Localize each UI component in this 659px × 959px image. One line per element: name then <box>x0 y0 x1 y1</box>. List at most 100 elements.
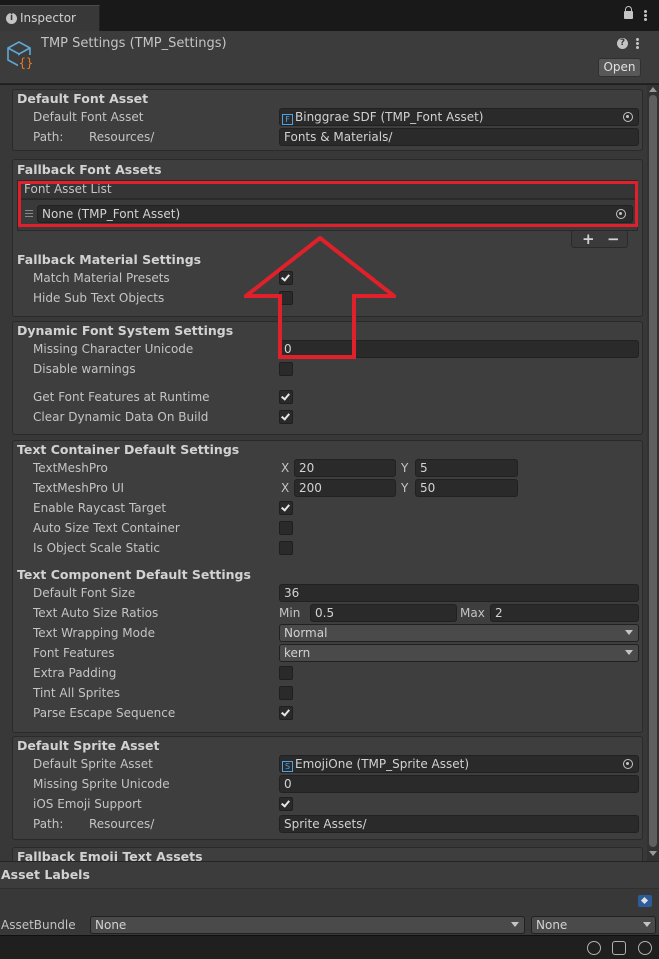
clear-dynamic-data-toggle[interactable] <box>279 410 293 424</box>
extra-padding-toggle[interactable] <box>279 666 293 680</box>
asset-labels-bar[interactable]: Asset Labels <box>0 861 659 888</box>
tab-label: Inspector <box>20 11 76 25</box>
list-add-remove: + − <box>571 230 628 248</box>
chevron-down-icon <box>643 922 651 927</box>
section-title: Fallback Emoji Text Assets <box>17 849 203 861</box>
field-value: EmojiOne (TMP_Sprite Asset) <box>295 757 470 771</box>
dropdown-value: Normal <box>284 626 328 640</box>
tmp-ui-x-input[interactable]: 200 <box>294 479 396 497</box>
object-picker-icon[interactable] <box>623 112 633 122</box>
scale-static-toggle[interactable] <box>279 541 293 555</box>
section-title: Fallback Material Settings <box>17 252 202 267</box>
field-label: Default Font Size <box>33 586 136 600</box>
section-title: Text Component Default Settings <box>17 567 251 582</box>
field-label: Is Object Scale Static <box>33 541 160 555</box>
checkmark-icon <box>281 391 290 401</box>
font-features-dropdown[interactable]: kern <box>279 644 639 662</box>
chevron-down-icon <box>625 630 633 635</box>
path-prefix: Resources/ <box>89 817 155 831</box>
remove-item-button[interactable]: − <box>607 230 620 248</box>
default-font-asset-field[interactable]: F Binggrae SDF (TMP_Font Asset) <box>279 108 639 126</box>
red-arrow-annotation <box>244 236 396 359</box>
ratio-max-input[interactable]: 2 <box>490 604 639 622</box>
asset-labels-title: Asset Labels <box>1 867 90 882</box>
more-options-icon[interactable] <box>644 10 647 22</box>
assetbundle-dropdown[interactable]: None <box>90 916 525 934</box>
tmp-x-input[interactable]: 20 <box>294 459 396 477</box>
path-label: Path: <box>33 817 64 831</box>
tmp-y-input[interactable]: 5 <box>415 459 518 477</box>
wrapping-mode-dropdown[interactable]: Normal <box>279 624 639 642</box>
asset-title: TMP Settings (TMP_Settings) <box>41 36 227 51</box>
field-label: Missing Sprite Unicode <box>33 777 170 791</box>
tmp-ui-y-input[interactable]: 50 <box>415 479 518 497</box>
field-label: Enable Raycast Target <box>33 501 167 515</box>
path-label: Path: <box>33 130 64 144</box>
disable-warnings-toggle[interactable] <box>279 362 293 376</box>
font-path-input[interactable]: Fonts & Materials/ <box>279 128 639 146</box>
header-more-icon[interactable] <box>636 38 639 50</box>
inspector-content: Default Font Asset Default Font Asset FB… <box>0 85 647 861</box>
field-label: Tint All Sprites <box>33 686 120 700</box>
tab-inspector[interactable]: i Inspector <box>0 5 100 31</box>
scrollbar-thumb[interactable] <box>649 95 657 847</box>
chevron-down-icon <box>625 650 633 655</box>
y-label: Y <box>401 461 409 475</box>
section-title: Default Font Asset <box>17 91 149 106</box>
section-title: Default Sprite Asset <box>17 738 160 753</box>
tag-icon[interactable] <box>638 895 652 907</box>
raycast-target-toggle[interactable] <box>279 501 293 515</box>
font-features-runtime-toggle[interactable] <box>279 390 293 404</box>
checkmark-icon <box>281 411 290 421</box>
field-label: Parse Escape Sequence <box>33 706 176 720</box>
parse-escape-toggle[interactable] <box>279 706 293 720</box>
object-picker-icon[interactable] <box>623 759 633 769</box>
open-button[interactable]: Open <box>598 58 641 77</box>
red-highlight-box <box>18 181 638 227</box>
field-label: Auto Size Text Container <box>33 521 180 535</box>
default-sprite-asset-field[interactable]: S EmojiOne (TMP_Sprite Asset) <box>279 755 639 773</box>
sprite-path-input[interactable]: Sprite Assets/ <box>279 815 639 833</box>
lock-icon[interactable] <box>624 6 633 19</box>
checkmark-icon <box>281 502 290 512</box>
debug-icon[interactable] <box>587 941 601 955</box>
font-asset-icon: F <box>282 114 293 125</box>
field-label: Font Features <box>33 646 115 660</box>
dropdown-value: None <box>536 918 568 932</box>
field-label: Disable warnings <box>33 362 136 376</box>
section-title: Text Container Default Settings <box>17 442 240 457</box>
add-item-button[interactable]: + <box>582 230 595 248</box>
check-circle-icon[interactable] <box>638 941 652 955</box>
checkmark-icon <box>281 798 290 808</box>
tint-sprites-toggle[interactable] <box>279 686 293 700</box>
field-label: Hide Sub Text Objects <box>33 291 165 305</box>
font-size-input[interactable]: 36 <box>279 584 639 602</box>
auto-size-container-toggle[interactable] <box>279 521 293 535</box>
field-label: Text Auto Size Ratios <box>33 606 159 620</box>
field-label: TextMeshPro <box>33 461 108 475</box>
chevron-down-icon <box>511 922 519 927</box>
layers-icon[interactable] <box>612 941 626 955</box>
asset-labels-panel: AssetBundle None None <box>0 888 659 935</box>
field-label: Get Font Features at Runtime <box>33 390 210 404</box>
help-icon[interactable]: ? <box>617 38 628 49</box>
field-value: Binggrae SDF (TMP_Font Asset) <box>295 110 484 124</box>
field-label: Missing Character Unicode <box>33 342 194 356</box>
dropdown-value: None <box>95 918 127 932</box>
section-title: Fallback Font Assets <box>17 162 162 177</box>
field-label: Default Sprite Asset <box>33 757 153 771</box>
field-label: TextMeshPro UI <box>33 481 125 495</box>
ios-emoji-toggle[interactable] <box>279 797 293 811</box>
missing-sprite-unicode-input[interactable]: 0 <box>279 775 639 793</box>
path-prefix: Resources/ <box>89 130 155 144</box>
inspector-header: {} TMP Settings (TMP_Settings) ? Open <box>0 31 659 84</box>
scroll-down-icon[interactable] <box>649 851 657 856</box>
assetbundle-variant-dropdown[interactable]: None <box>531 916 656 934</box>
x-label: X <box>281 461 290 475</box>
scriptable-object-icon: {} <box>7 41 34 70</box>
scroll-up-icon[interactable] <box>649 87 657 92</box>
ratio-min-input[interactable]: 0.5 <box>310 604 457 622</box>
field-label: Default Font Asset <box>33 110 144 124</box>
dropdown-value: kern <box>284 646 311 660</box>
tab-bar: i Inspector <box>0 0 659 31</box>
